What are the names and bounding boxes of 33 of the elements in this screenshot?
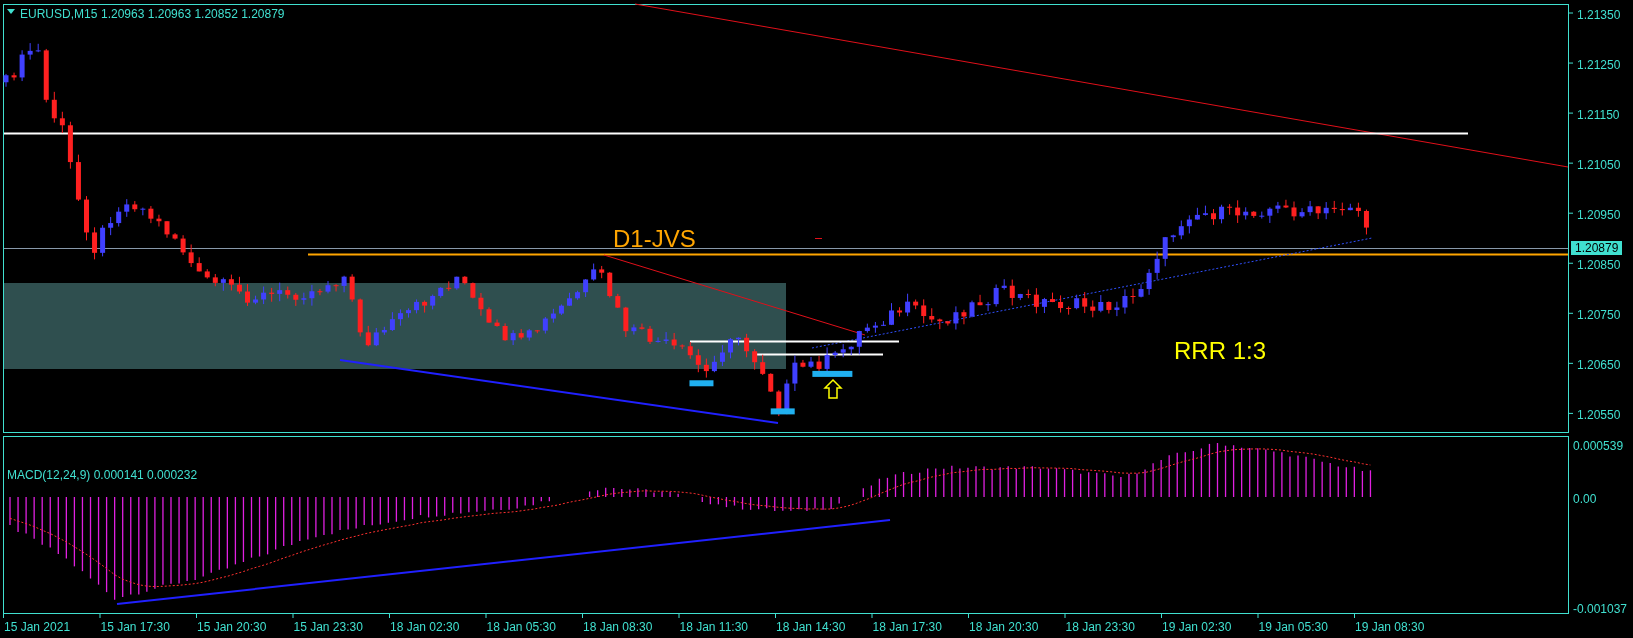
level-label: D1-JVS (613, 224, 696, 254)
time-label: 18 Jan 08:30 (583, 619, 653, 636)
time-label: 19 Jan 02:30 (1162, 619, 1232, 636)
indicator-label: MACD(12,24,9) 0.000141 0.000232 (7, 467, 198, 484)
time-label: 18 Jan 17:30 (872, 619, 942, 636)
indicator-scale-label: -0.001037 (1573, 601, 1628, 618)
time-label: 15 Jan 17:30 (100, 619, 170, 636)
price-label: 1.21350 (1577, 7, 1621, 24)
price-label: 1.21050 (1577, 157, 1621, 175)
indicator-scale-label: 0.000539 (1573, 438, 1624, 455)
time-label: 18 Jan 14:30 (776, 619, 846, 636)
price-label: 1.20650 (1577, 357, 1621, 375)
price-label: 1.20850 (1577, 257, 1621, 275)
time-label: 19 Jan 08:30 (1355, 619, 1425, 636)
time-label: 18 Jan 23:30 (1065, 619, 1135, 636)
time-label: 15 Jan 2021 (4, 619, 71, 636)
price-label: 1.21250 (1577, 57, 1621, 75)
price-label: 1.21150 (1577, 107, 1620, 125)
time-label: 18 Jan 20:30 (969, 619, 1039, 636)
price-label: 1.20950 (1577, 207, 1621, 225)
time-label: 18 Jan 11:30 (679, 619, 748, 636)
chart-symbol: EURUSD,M15 (20, 6, 98, 23)
time-label: 15 Jan 23:30 (293, 619, 363, 636)
current-price-label: 1.20879 (1571, 241, 1623, 255)
time-label: 18 Jan 05:30 (486, 619, 556, 636)
time-label: 19 Jan 05:30 (1258, 619, 1328, 636)
ratio-label: RRR 1:3 (1174, 336, 1267, 366)
ohlc-values: 1.20963 1.20963 1.20852 1.20879 (101, 6, 285, 23)
time-label: 15 Jan 20:30 (197, 619, 267, 636)
indicator-scale-label: 0.00 (1573, 491, 1597, 508)
price-label: 1.20750 (1577, 307, 1621, 325)
price-label: 1.20550 (1577, 407, 1621, 425)
time-label: 18 Jan 02:30 (390, 619, 460, 636)
